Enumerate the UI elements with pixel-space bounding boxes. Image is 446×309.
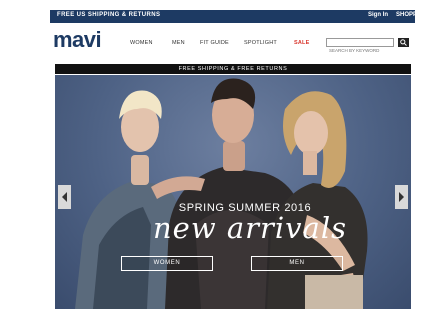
nav-item-fit-guide[interactable]: FIT GUIDE [200,40,229,46]
mavi-logo[interactable]: mavi [53,29,102,51]
chevron-right-icon [399,192,404,202]
hero-headline: new arrivals [152,211,347,245]
sign-in-link[interactable]: Sign In [368,12,388,18]
page: FREE US SHIPPING & RETURNS Sign In SHOPP… [0,0,446,309]
search-input[interactable] [327,47,395,54]
nav-item-spotlight[interactable]: SPOTLIGHT [244,40,277,46]
chevron-left-icon [62,192,67,202]
nav-item-men[interactable]: MEN [172,40,185,46]
utility-bar: FREE US SHIPPING & RETURNS Sign In SHOPP… [50,10,443,23]
nav-item-sale[interactable]: SALE [294,40,309,46]
free-shipping-text: FREE SHIPPING & FREE RETURNS [178,66,288,72]
nav-item-women[interactable]: WOMEN [130,40,153,46]
hero-models-photo [75,78,368,309]
shopping-bag-link[interactable]: SHOPPING BAG [396,12,443,18]
carousel-next-button[interactable] [395,185,408,209]
shipping-promo-link[interactable]: FREE US SHIPPING & RETURNS [57,12,160,18]
shop-women-button[interactable]: WOMEN [121,256,213,271]
carousel-prev-button[interactable] [58,185,71,209]
shop-men-button[interactable]: MEN [251,256,343,271]
hero-banner[interactable]: SPRING SUMMER 2016 new arrivals WOMEN ME… [55,75,411,309]
search-box [326,38,395,54]
search-button[interactable] [398,38,409,47]
search-icon [400,39,407,46]
free-shipping-banner[interactable]: FREE SHIPPING & FREE RETURNS [55,64,411,74]
